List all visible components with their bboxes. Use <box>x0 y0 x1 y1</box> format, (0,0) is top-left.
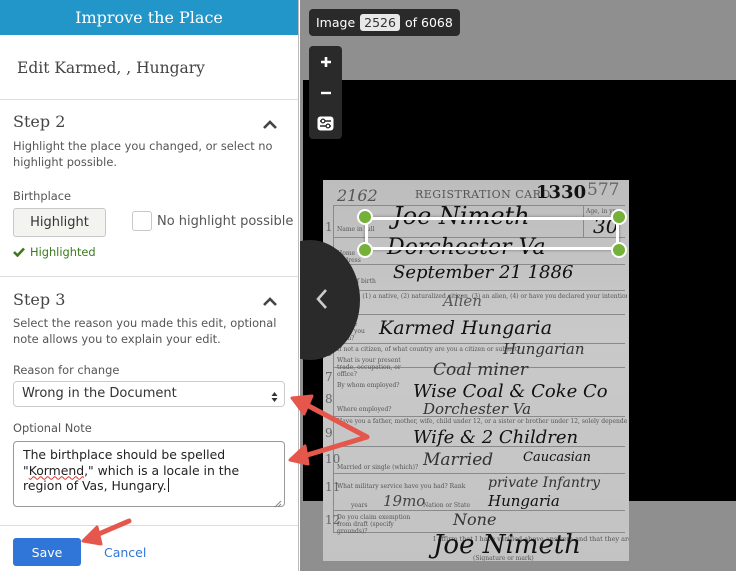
image-counter-prefix: Image <box>316 15 356 30</box>
reason-select[interactable]: Wrong in the Document <box>13 381 285 407</box>
cancel-link[interactable]: Cancel <box>104 545 146 560</box>
text-caret <box>167 478 169 492</box>
step-3-title: Step 3 <box>13 290 66 309</box>
zoom-controls <box>309 46 342 139</box>
card-label: What is your present trade, occupation, … <box>337 357 401 378</box>
card-label: Married or single (which)? <box>337 464 419 471</box>
resize-grip-icon[interactable] <box>274 496 282 508</box>
highlight-status: Highlighted <box>13 242 96 261</box>
plus-icon[interactable] <box>309 46 342 77</box>
card-serial: 1330 <box>536 182 587 203</box>
card-label: Do you claim exemption from draft (speci… <box>337 514 411 535</box>
handwritten-race: Caucasian <box>523 450 592 465</box>
handwritten-occupation: Coal miner <box>433 360 528 380</box>
optional-note-textarea[interactable]: The birthplace should be spelled "Kormen… <box>13 441 285 508</box>
row-number: 9 <box>325 426 333 440</box>
step-2-section: Step 2 Highlight the place you changed, … <box>0 100 298 277</box>
reason-label: Reason for change <box>13 363 120 377</box>
current-image-input[interactable]: 2526 <box>360 14 400 31</box>
document-image[interactable]: 2162 REGISTRATION CARD 1330 577 1 2 3 4 <box>303 80 736 561</box>
note-label: Optional Note <box>13 421 92 435</box>
handwritten-years: 19mo <box>383 492 426 510</box>
handwritten-nationality: Hungarian <box>503 340 585 358</box>
image-counter-total: of 6068 <box>404 15 453 30</box>
highlight-handle-bottom-right[interactable] <box>611 242 627 258</box>
improve-place-panel: Improve the Place Edit Karmed, , Hungary… <box>0 0 299 571</box>
card-label: years <box>351 502 368 509</box>
card-label: What military service have you had? Rank <box>337 483 466 490</box>
handwritten-signature: Joe Nimeth <box>433 530 582 560</box>
chevron-up-icon[interactable] <box>262 118 278 130</box>
panel-header: Improve the Place <box>0 0 298 35</box>
row-number: 8 <box>325 392 333 406</box>
card-label: Where employed? <box>337 406 392 413</box>
card-label: Have you a father, mother, wife, child u… <box>337 418 627 425</box>
highlight-button[interactable]: Highlight <box>13 208 106 237</box>
no-highlight-option[interactable]: No highlight possible <box>132 211 293 231</box>
note-line: "Kormend," which is a locale in the <box>23 462 240 478</box>
minus-icon[interactable] <box>309 77 342 108</box>
card-header: REGISTRATION CARD <box>415 188 551 201</box>
step-2-title: Step 2 <box>13 112 66 131</box>
handwritten-where: Dorchester Va <box>423 400 532 418</box>
handwritten-exemption: None <box>453 510 497 529</box>
reason-select-value: Wrong in the Document <box>22 386 177 401</box>
handwritten-marital: Married <box>423 450 494 470</box>
handwritten-citizenship: Alien <box>443 292 482 310</box>
sliders-icon[interactable] <box>309 108 342 139</box>
no-highlight-checkbox[interactable] <box>132 211 152 231</box>
highlight-handle-bottom-left[interactable] <box>357 242 373 258</box>
edit-title: Edit Karmed, , Hungary <box>0 35 298 100</box>
handwritten-nation: Hungaria <box>488 492 560 510</box>
note-line: region of Vas, Hungary. <box>23 478 169 493</box>
card-label: Nation or State <box>423 502 470 509</box>
chevron-up-icon[interactable] <box>262 295 278 307</box>
step-3-section: Step 3 Select the reason you made this e… <box>0 277 298 526</box>
image-viewer[interactable]: 2162 REGISTRATION CARD 1330 577 1 2 3 4 <box>300 0 736 571</box>
image-counter: Image 2526 of 6068 <box>309 9 460 36</box>
chevron-left-icon <box>316 289 327 309</box>
highlight-status-text: Highlighted <box>30 244 96 259</box>
highlight-handle-top-left[interactable] <box>357 209 373 225</box>
check-icon <box>13 242 25 261</box>
no-highlight-label[interactable]: No highlight possible <box>157 214 293 229</box>
card-top-number: 2162 <box>337 186 378 205</box>
card-label: If not a citizen, of what country are yo… <box>337 346 521 353</box>
handwritten-dependents: Wife & 2 Children <box>413 427 579 448</box>
row-number: 7 <box>325 370 333 384</box>
birthplace-label: Birthplace <box>13 189 71 203</box>
card-label: By whom employed? <box>337 382 400 389</box>
highlight-region[interactable] <box>365 217 619 250</box>
note-line: The birthplace should be spelled <box>23 447 226 462</box>
misspelled-word: Kormend <box>28 462 85 478</box>
step-3-description: Select the reason you made this edit, op… <box>13 316 277 346</box>
row-number: 1 <box>325 220 333 234</box>
handwritten-dob: September 21 1886 <box>393 262 574 283</box>
handwritten-military: private Infantry <box>488 475 601 491</box>
card-corner-number: 577 <box>587 180 620 200</box>
select-arrows-icon <box>271 388 278 402</box>
form-actions: Save Cancel <box>13 538 146 566</box>
step-2-description: Highlight the place you changed, or sele… <box>13 139 273 169</box>
highlight-handle-top-right[interactable] <box>611 209 627 225</box>
handwritten-birthplace: Karmed Hungaria <box>379 317 553 339</box>
card-label: Are you (1) a native, (2) naturalized ci… <box>337 293 627 300</box>
handwritten-employer: Wise Coal & Coke Co <box>413 381 608 402</box>
save-button[interactable]: Save <box>13 538 81 566</box>
